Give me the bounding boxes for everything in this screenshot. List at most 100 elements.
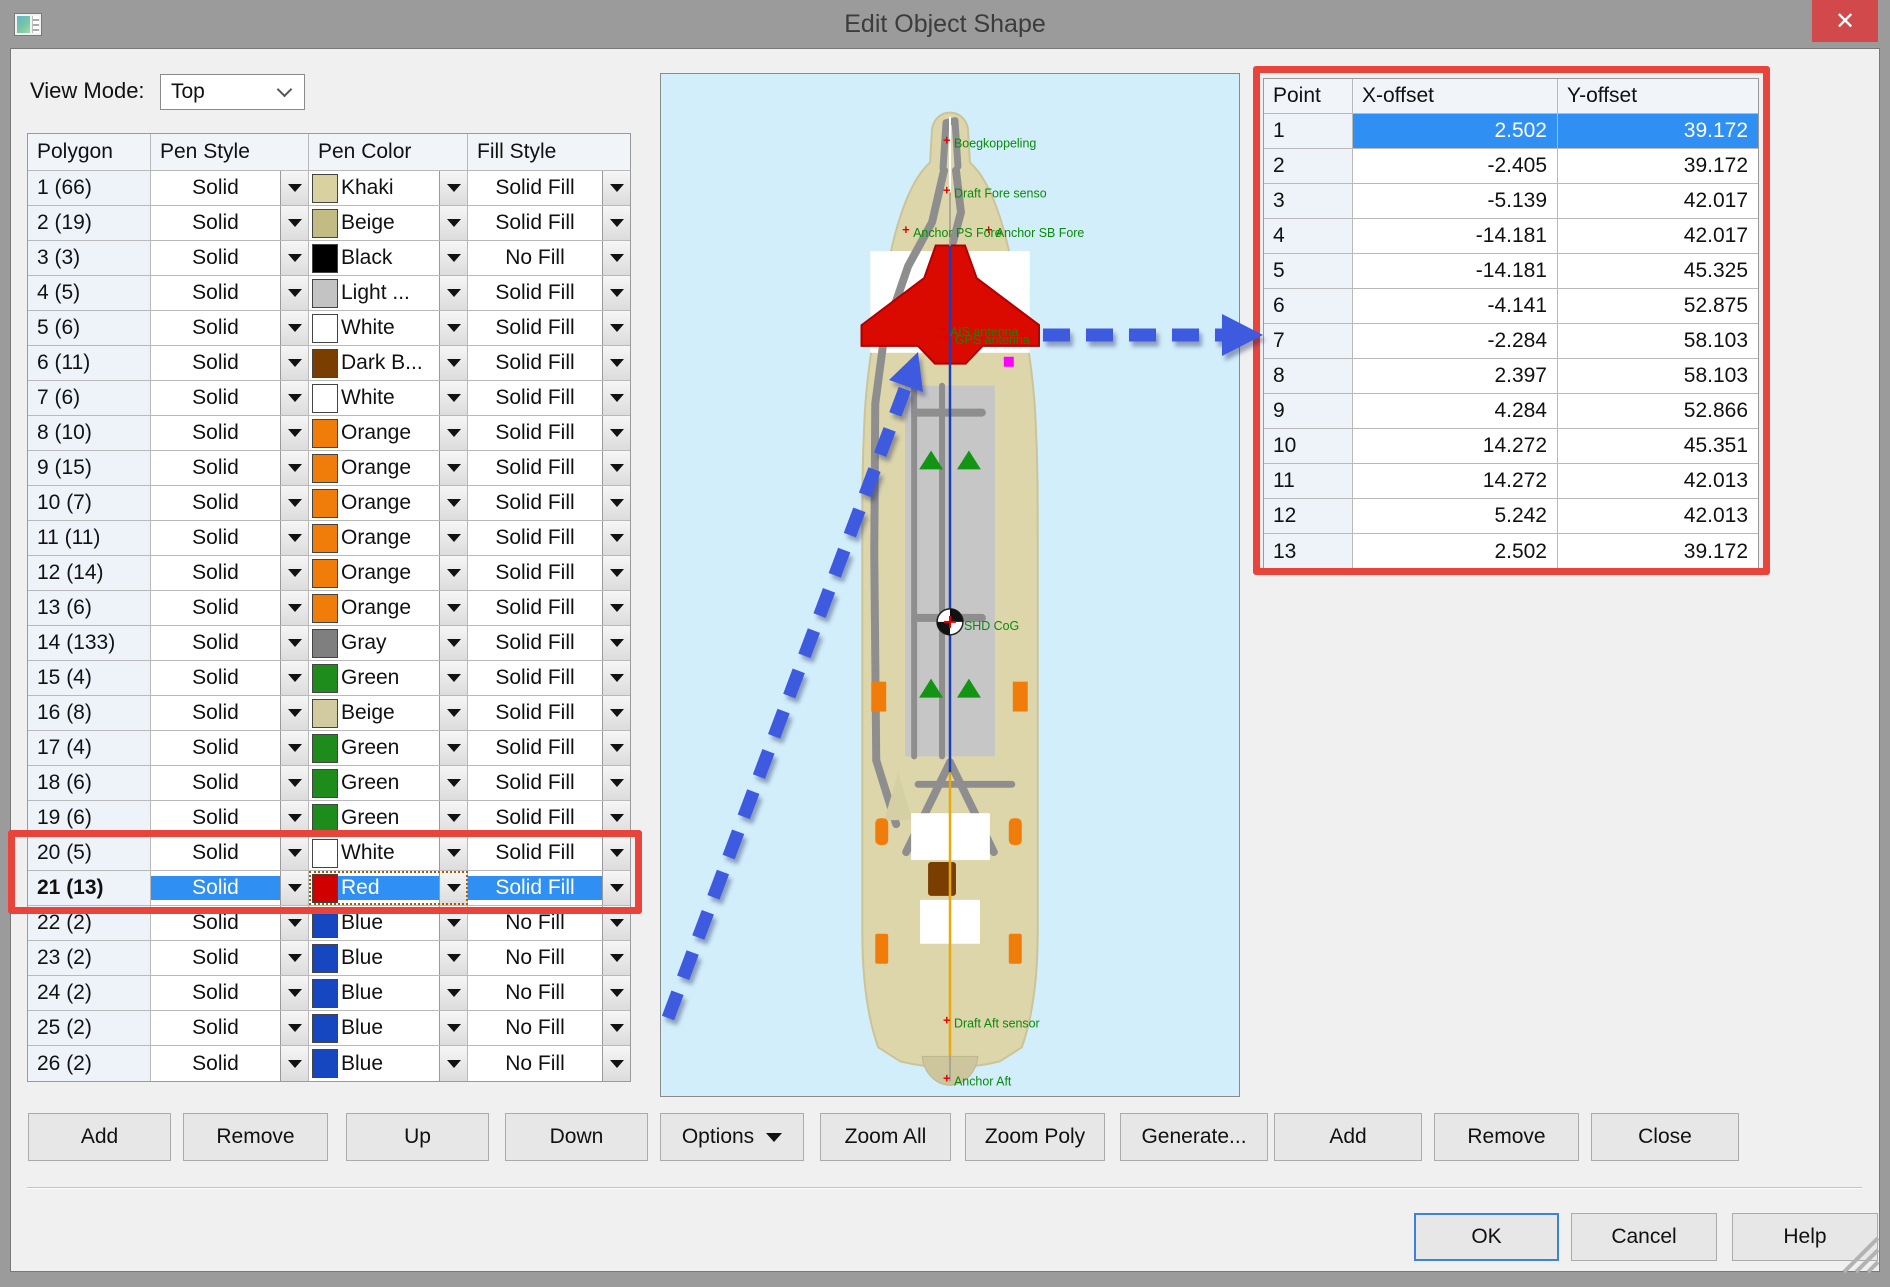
pen-style-cell[interactable]: Solid: [151, 346, 309, 380]
pen-color-cell[interactable]: Green: [309, 661, 468, 695]
pen-color-cell[interactable]: Orange: [309, 591, 468, 625]
ok-button[interactable]: OK: [1414, 1213, 1559, 1261]
dropdown-arrow-icon[interactable]: [439, 206, 467, 240]
cancel-button[interactable]: Cancel: [1571, 1213, 1717, 1261]
y-offset-cell[interactable]: 58.103: [1558, 324, 1758, 358]
pen-color-cell[interactable]: Green: [309, 766, 468, 800]
x-offset-cell[interactable]: 5.242: [1353, 499, 1558, 533]
dropdown-arrow-icon[interactable]: [602, 731, 630, 765]
pen-color-cell[interactable]: Blue: [309, 976, 468, 1010]
dropdown-arrow-icon[interactable]: [439, 906, 467, 940]
pen-style-cell[interactable]: Solid: [151, 486, 309, 520]
pen-style-cell[interactable]: Solid: [151, 1046, 309, 1081]
dropdown-arrow-icon[interactable]: [439, 521, 467, 555]
x-offset-cell[interactable]: -14.181: [1353, 219, 1558, 253]
dropdown-arrow-icon[interactable]: [602, 801, 630, 835]
pen-color-cell[interactable]: White: [309, 381, 468, 415]
fill-style-cell[interactable]: Solid Fill: [468, 801, 630, 835]
pen-style-cell[interactable]: Solid: [151, 451, 309, 485]
ship-top-view[interactable]: + + + + + + + + Boegkoppeling Draft Fore…: [660, 73, 1240, 1097]
dropdown-arrow-icon[interactable]: [602, 591, 630, 625]
fill-style-cell[interactable]: Solid Fill: [468, 591, 630, 625]
dropdown-arrow-icon[interactable]: [439, 836, 467, 870]
dropdown-arrow-icon[interactable]: [439, 591, 467, 625]
pen-color-cell[interactable]: Blue: [309, 941, 468, 975]
pen-color-cell[interactable]: Beige: [309, 206, 468, 240]
pen-style-cell[interactable]: Solid: [151, 276, 309, 310]
pen-style-cell[interactable]: Solid: [151, 416, 309, 450]
dropdown-arrow-icon[interactable]: [439, 241, 467, 275]
remove-point-button[interactable]: Remove: [1434, 1113, 1579, 1161]
dropdown-arrow-icon[interactable]: [602, 521, 630, 555]
dropdown-arrow-icon[interactable]: [280, 171, 308, 205]
dropdown-arrow-icon[interactable]: [439, 171, 467, 205]
fill-style-cell[interactable]: Solid Fill: [468, 836, 630, 870]
pen-style-cell[interactable]: Solid: [151, 241, 309, 275]
pen-color-cell[interactable]: Green: [309, 801, 468, 835]
resize-grip[interactable]: [1834, 1232, 1880, 1274]
fill-style-cell[interactable]: No Fill: [468, 1011, 630, 1045]
y-offset-cell[interactable]: 45.325: [1558, 254, 1758, 288]
y-offset-cell[interactable]: 42.013: [1558, 499, 1758, 533]
up-button[interactable]: Up: [346, 1113, 489, 1161]
dropdown-arrow-icon[interactable]: [439, 731, 467, 765]
fill-style-cell[interactable]: Solid Fill: [468, 346, 630, 380]
fill-style-cell[interactable]: No Fill: [468, 1046, 630, 1081]
dropdown-arrow-icon[interactable]: [280, 871, 308, 905]
polygon-id-cell[interactable]: 12 (14): [28, 556, 151, 590]
dropdown-arrow-icon[interactable]: [602, 1046, 630, 1081]
point-number-cell[interactable]: 4: [1264, 219, 1353, 253]
pen-style-cell[interactable]: Solid: [151, 871, 309, 905]
point-number-cell[interactable]: 2: [1264, 149, 1353, 183]
point-number-cell[interactable]: 10: [1264, 429, 1353, 463]
pen-color-cell[interactable]: Blue: [309, 1046, 468, 1081]
fill-style-cell[interactable]: Solid Fill: [468, 766, 630, 800]
dropdown-arrow-icon[interactable]: [439, 1046, 467, 1081]
fill-style-cell[interactable]: Solid Fill: [468, 871, 630, 905]
pen-style-cell[interactable]: Solid: [151, 556, 309, 590]
point-number-cell[interactable]: 1: [1264, 114, 1353, 148]
dropdown-arrow-icon[interactable]: [439, 416, 467, 450]
polygon-id-cell[interactable]: 16 (8): [28, 696, 151, 730]
dropdown-arrow-icon[interactable]: [280, 276, 308, 310]
dropdown-arrow-icon[interactable]: [602, 171, 630, 205]
polygon-id-cell[interactable]: 10 (7): [28, 486, 151, 520]
dropdown-arrow-icon[interactable]: [280, 346, 308, 380]
dropdown-arrow-icon[interactable]: [439, 1011, 467, 1045]
pen-color-cell[interactable]: Beige: [309, 696, 468, 730]
pen-color-cell[interactable]: Orange: [309, 451, 468, 485]
polygon-id-cell[interactable]: 1 (66): [28, 171, 151, 205]
dropdown-arrow-icon[interactable]: [439, 801, 467, 835]
pen-color-cell[interactable]: Black: [309, 241, 468, 275]
dropdown-arrow-icon[interactable]: [280, 556, 308, 590]
pen-color-cell[interactable]: Khaki: [309, 171, 468, 205]
add-point-button[interactable]: Add: [1274, 1113, 1422, 1161]
fill-style-cell[interactable]: Solid Fill: [468, 416, 630, 450]
dropdown-arrow-icon[interactable]: [280, 626, 308, 660]
dropdown-arrow-icon[interactable]: [280, 1046, 308, 1081]
polygon-id-cell[interactable]: 5 (6): [28, 311, 151, 345]
fill-style-cell[interactable]: No Fill: [468, 906, 630, 940]
pen-style-cell[interactable]: Solid: [151, 381, 309, 415]
dropdown-arrow-icon[interactable]: [439, 276, 467, 310]
title-bar[interactable]: Edit Object Shape ✕: [0, 0, 1890, 48]
x-offset-cell[interactable]: -2.405: [1353, 149, 1558, 183]
y-offset-cell[interactable]: 42.013: [1558, 464, 1758, 498]
pen-style-cell[interactable]: Solid: [151, 836, 309, 870]
polygon-id-cell[interactable]: 26 (2): [28, 1046, 151, 1081]
y-offset-cell[interactable]: 45.351: [1558, 429, 1758, 463]
x-offset-cell[interactable]: -14.181: [1353, 254, 1558, 288]
add-polygon-button[interactable]: Add: [28, 1113, 171, 1161]
dropdown-arrow-icon[interactable]: [602, 626, 630, 660]
dropdown-arrow-icon[interactable]: [280, 801, 308, 835]
pen-style-cell[interactable]: Solid: [151, 696, 309, 730]
close-button[interactable]: Close: [1591, 1113, 1739, 1161]
dropdown-arrow-icon[interactable]: [439, 311, 467, 345]
remove-polygon-button[interactable]: Remove: [183, 1113, 328, 1161]
y-offset-cell[interactable]: 52.875: [1558, 289, 1758, 323]
dropdown-arrow-icon[interactable]: [602, 766, 630, 800]
fill-style-cell[interactable]: No Fill: [468, 941, 630, 975]
pen-color-cell[interactable]: Red: [309, 871, 468, 905]
dropdown-arrow-icon[interactable]: [602, 941, 630, 975]
dropdown-arrow-icon[interactable]: [602, 416, 630, 450]
